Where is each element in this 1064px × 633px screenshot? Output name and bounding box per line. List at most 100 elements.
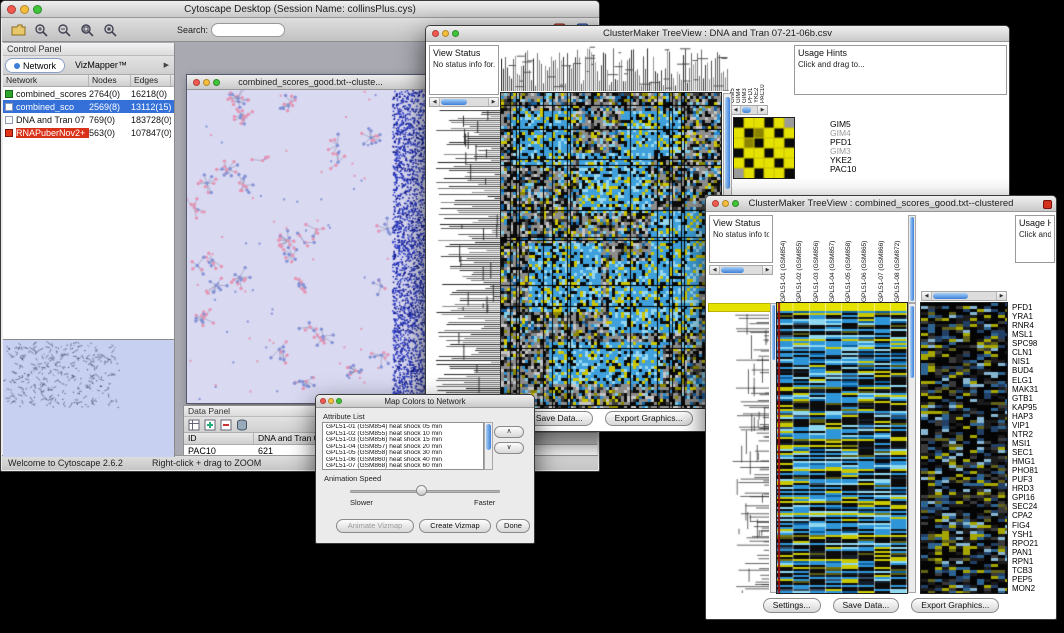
create-attribute-icon[interactable]	[204, 419, 216, 431]
gene-label[interactable]: PHO81	[1012, 466, 1056, 475]
delete-attribute-icon[interactable]	[220, 419, 232, 431]
done-button[interactable]: Done	[496, 519, 530, 533]
correlation-matrix-canvas[interactable]	[734, 118, 794, 178]
column-label[interactable]: GPL51-05 (GSM858)	[841, 215, 857, 302]
gene-label[interactable]: SEC1	[1012, 448, 1056, 457]
treeview-button[interactable]: Save Data...	[833, 598, 900, 613]
vertical-scrollbar[interactable]	[908, 215, 916, 303]
scroll-thumb[interactable]	[486, 424, 491, 450]
horizontal-scrollbar[interactable]: ◀ ▶	[730, 105, 768, 115]
gene-label[interactable]: RPN1	[1012, 557, 1056, 566]
zoom-fit-icon[interactable]	[77, 20, 97, 39]
network-row[interactable]: RNAPuberNov2+ 563(0) 107847(0)	[3, 126, 174, 139]
treeview-button[interactable]: Export Graphics...	[605, 411, 693, 426]
scroll-left-icon[interactable]: ◀	[922, 292, 932, 300]
zoom-window-icon[interactable]	[213, 79, 220, 86]
gene-label[interactable]: FIG4	[1012, 521, 1056, 530]
column-label[interactable]: GPL51-06 (GSM865)	[857, 215, 873, 302]
zoom-window-icon[interactable]	[336, 398, 342, 404]
vertical-scrollbar[interactable]	[908, 303, 916, 593]
minimize-icon[interactable]	[20, 5, 29, 14]
gene-label[interactable]: VIP1	[1012, 421, 1056, 430]
treeview-titlebar[interactable]: ClusterMaker TreeView : combined_scores_…	[706, 196, 1056, 212]
scroll-right-icon[interactable]: ▶	[757, 106, 767, 114]
column-label[interactable]: GPL51-08 (GSM872)	[890, 215, 906, 302]
gene-label[interactable]: PEP5	[1012, 575, 1056, 584]
network-view-titlebar[interactable]: combined_scores_good.txt--cluste...	[187, 75, 434, 90]
horizontal-scrollbar[interactable]: ◀ ▶	[921, 291, 1007, 301]
gene-label[interactable]: NIS1	[1012, 357, 1056, 366]
dialog-titlebar[interactable]: Map Colors to Network	[316, 395, 534, 408]
scroll-right-icon[interactable]: ▶	[996, 292, 1006, 300]
gene-label[interactable]: HMG1	[1012, 457, 1056, 466]
gene-label[interactable]: MAK31	[1012, 385, 1056, 394]
scroll-thumb[interactable]	[725, 97, 730, 189]
minimize-icon[interactable]	[328, 398, 334, 404]
scroll-right-icon[interactable]: ▶	[762, 266, 772, 274]
gene-label[interactable]: RPO21	[1012, 539, 1056, 548]
scroll-track[interactable]	[440, 98, 488, 106]
scroll-thumb[interactable]	[910, 306, 914, 378]
minimize-icon[interactable]	[442, 30, 449, 37]
network-row[interactable]: combined_sco 2569(8) 13112(15)	[3, 100, 174, 113]
scroll-thumb[interactable]	[742, 107, 751, 113]
scroll-thumb[interactable]	[933, 293, 968, 299]
scroll-left-icon[interactable]: ◀	[430, 98, 440, 106]
tab-vizmapper[interactable]: VizMapper™	[67, 58, 135, 73]
close-icon[interactable]	[432, 30, 439, 37]
create-vizmap-button[interactable]: Create Vizmap	[419, 519, 491, 533]
scroll-thumb[interactable]	[910, 217, 914, 301]
column-label[interactable]: GPL51-03 (GSM856)	[809, 215, 825, 302]
heatmap-canvas[interactable]	[501, 93, 721, 408]
database-icon[interactable]	[236, 419, 248, 431]
attribute-list-item[interactable]: GPL51-07 (GSM868) heat shock 60 min	[326, 463, 481, 470]
global-heatmap-canvas[interactable]	[921, 303, 1007, 593]
column-dendrogram-canvas[interactable]	[501, 45, 729, 91]
cytoscape-titlebar[interactable]: Cytoscape Desktop (Session Name: collins…	[1, 1, 599, 18]
gene-label[interactable]: NTR2	[1012, 430, 1056, 439]
tab-overflow-icon[interactable]: ▶	[161, 61, 172, 69]
scroll-thumb[interactable]	[441, 99, 467, 105]
treeview-button[interactable]: Save Data...	[526, 411, 593, 426]
horizontal-scrollbar[interactable]: ◀ ▶	[429, 97, 499, 107]
column-label[interactable]: GPL51-07 (GSM866)	[874, 215, 890, 302]
slider-thumb[interactable]	[416, 485, 427, 496]
minimize-icon[interactable]	[722, 200, 729, 207]
animate-vizmap-button[interactable]: Animate Vizmap	[336, 519, 414, 533]
gene-label[interactable]: ELG1	[1012, 376, 1056, 385]
column-label[interactable]: GPL51-02 (GSM855)	[792, 215, 808, 302]
vertical-scrollbar[interactable]	[484, 422, 493, 470]
gene-label[interactable]: PFD1	[1012, 303, 1056, 312]
close-icon[interactable]	[320, 398, 326, 404]
gene-label[interactable]: MON2	[1012, 584, 1056, 593]
scroll-right-icon[interactable]: ▶	[488, 98, 498, 106]
gene-label[interactable]: PAN1	[1012, 548, 1056, 557]
scroll-thumb[interactable]	[772, 305, 775, 360]
close-icon[interactable]	[7, 5, 16, 14]
scroll-track[interactable]	[932, 292, 996, 300]
column-label[interactable]: GPL51-04 (GSM857)	[825, 215, 841, 302]
network-overview-canvas[interactable]	[3, 340, 173, 456]
zoom-window-icon[interactable]	[452, 30, 459, 37]
scroll-left-icon[interactable]: ◀	[731, 106, 741, 114]
close-icon[interactable]	[712, 200, 719, 207]
gene-label[interactable]: HRD3	[1012, 484, 1056, 493]
gene-label[interactable]: GTB1	[1012, 394, 1056, 403]
treeview-button[interactable]: Settings...	[763, 598, 821, 613]
gene-label[interactable]: MSI1	[1012, 439, 1056, 448]
gene-label[interactable]: RNR4	[1012, 321, 1056, 330]
open-session-icon[interactable]	[8, 20, 28, 39]
minimize-icon[interactable]	[203, 79, 210, 86]
select-attributes-icon[interactable]	[188, 419, 200, 431]
gene-label[interactable]: SEC24	[1012, 502, 1056, 511]
move-up-button[interactable]: ∧	[494, 426, 524, 438]
network-overview[interactable]	[3, 339, 174, 457]
scroll-track[interactable]	[741, 106, 757, 114]
horizontal-scrollbar[interactable]: ◀ ▶	[709, 265, 773, 275]
vertical-scrollbar[interactable]	[770, 303, 777, 593]
gene-label[interactable]: PUF3	[1012, 475, 1056, 484]
network-row[interactable]: DNA and Tran 07 769(0) 183728(0)	[3, 113, 174, 126]
zoom-out-icon[interactable]	[54, 20, 74, 39]
gene-label[interactable]: YRA1	[1012, 312, 1056, 321]
zoom-in-icon[interactable]	[31, 20, 51, 39]
